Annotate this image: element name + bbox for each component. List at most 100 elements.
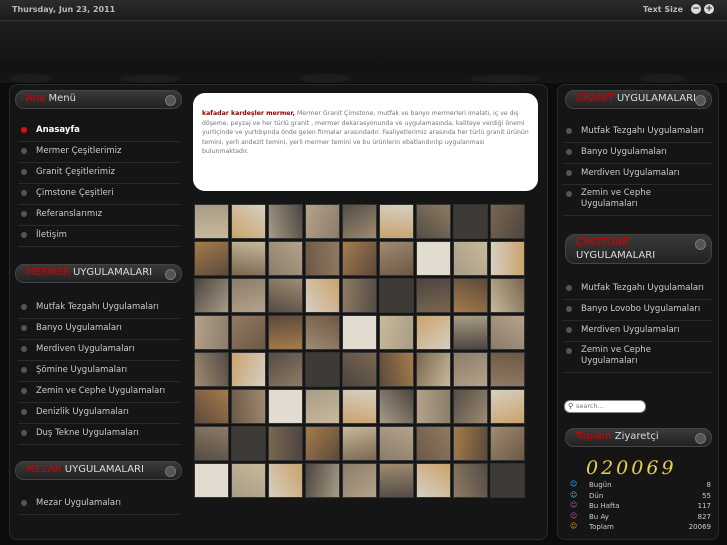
nav-item-merdiven-uygulamalari[interactable]: Merdiven Uygulamaları	[563, 164, 711, 185]
gallery-thumbnail[interactable]	[379, 352, 414, 387]
nav-item-banyo-uygulamalari[interactable]: Banyo Uygulamaları	[18, 319, 180, 340]
gallery-thumbnail[interactable]	[342, 426, 377, 461]
gallery-thumbnail[interactable]	[379, 426, 414, 461]
nav-item-banyo-uygulamalari[interactable]: Banyo Uygulamaları	[563, 143, 711, 164]
gallery-thumbnail[interactable]	[305, 241, 340, 276]
gallery-thumbnail[interactable]	[342, 241, 377, 276]
gallery-thumbnail[interactable]	[490, 389, 525, 424]
gallery-thumbnail[interactable]	[453, 241, 488, 276]
nav-item-banyo-lovobo-uygulamalari[interactable]: Banyo Lovobo Uygulamaları	[563, 300, 711, 321]
gallery-thumbnail[interactable]	[342, 389, 377, 424]
gallery-thumbnail[interactable]	[268, 352, 303, 387]
gallery-thumbnail[interactable]	[416, 241, 451, 276]
gallery-thumbnail[interactable]	[194, 315, 229, 350]
gallery-thumbnail[interactable]	[268, 463, 303, 498]
gallery-thumbnail[interactable]	[194, 426, 229, 461]
nav-item-dus-tekne-uygulamalari[interactable]: Duş Tekne Uygulamaları	[18, 424, 180, 445]
nav-item-referanslarimiz[interactable]: Referanslarımız	[18, 205, 180, 226]
gallery-thumbnail[interactable]	[453, 463, 488, 498]
gallery-thumbnail[interactable]	[268, 426, 303, 461]
nav-item-denizlik-uygulamalari[interactable]: Denizlik Uygulamaları	[18, 403, 180, 424]
search-input[interactable]	[576, 401, 640, 411]
gallery-thumbnail[interactable]	[490, 315, 525, 350]
gallery-thumbnail[interactable]	[416, 352, 451, 387]
nav-item-mezar-uygulamalari[interactable]: Mezar Uygulamaları	[18, 494, 180, 515]
gallery-thumbnail[interactable]	[268, 315, 303, 350]
gallery-thumbnail[interactable]	[194, 389, 229, 424]
nav-item-iletisim[interactable]: İletişim	[18, 226, 180, 247]
gallery-thumbnail[interactable]	[416, 204, 451, 239]
collapse-icon[interactable]	[695, 95, 706, 106]
collapse-icon[interactable]	[165, 466, 176, 477]
gallery-thumbnail[interactable]	[231, 241, 266, 276]
gallery-thumbnail[interactable]	[490, 463, 525, 498]
gallery-thumbnail[interactable]	[231, 352, 266, 387]
gallery-thumbnail[interactable]	[379, 278, 414, 313]
gallery-thumbnail[interactable]	[342, 315, 377, 350]
nav-item-mutfak-tezgahi-uygulamalari[interactable]: Mutfak Tezgahı Uygulamaları	[18, 298, 180, 319]
gallery-thumbnail[interactable]	[268, 204, 303, 239]
gallery-thumbnail[interactable]	[379, 463, 414, 498]
gallery-thumbnail[interactable]	[305, 204, 340, 239]
gallery-thumbnail[interactable]	[231, 278, 266, 313]
gallery-thumbnail[interactable]	[268, 389, 303, 424]
gallery-thumbnail[interactable]	[453, 352, 488, 387]
text-size-decrease-button[interactable]: −	[691, 4, 701, 14]
gallery-thumbnail[interactable]	[490, 278, 525, 313]
nav-item-merdiven-uygulamalari[interactable]: Merdiven Uygulamaları	[563, 321, 711, 342]
nav-item-somine-uygulamalari[interactable]: Şömine Uygulamaları	[18, 361, 180, 382]
gallery-thumbnail[interactable]	[453, 204, 488, 239]
nav-item-mermer-cesitlerimiz[interactable]: Mermer Çeşitlerimiz	[18, 142, 180, 163]
nav-item-anasayfa[interactable]: Anasayfa	[18, 121, 180, 142]
gallery-thumbnail[interactable]	[194, 278, 229, 313]
gallery-thumbnail[interactable]	[305, 426, 340, 461]
collapse-icon[interactable]	[695, 433, 706, 444]
collapse-icon[interactable]	[165, 269, 176, 280]
gallery-thumbnail[interactable]	[305, 315, 340, 350]
collapse-icon[interactable]	[165, 95, 176, 106]
gallery-thumbnail[interactable]	[379, 389, 414, 424]
nav-item-merdiven-uygulamalari[interactable]: Merdiven Uygulamaları	[18, 340, 180, 361]
gallery-thumbnail[interactable]	[194, 241, 229, 276]
nav-item-zemin-ve-cephe-uygulamalari[interactable]: Zemin ve Cephe Uygulamaları	[563, 185, 711, 216]
gallery-thumbnail[interactable]	[305, 389, 340, 424]
nav-item-zemin-ve-cephe-uygulamalari[interactable]: Zemin ve Cephe Uygulamaları	[18, 382, 180, 403]
gallery-thumbnail[interactable]	[305, 352, 340, 387]
gallery-thumbnail[interactable]	[305, 278, 340, 313]
gallery-thumbnail[interactable]	[194, 352, 229, 387]
gallery-thumbnail[interactable]	[490, 241, 525, 276]
gallery-thumbnail[interactable]	[194, 204, 229, 239]
gallery-thumbnail[interactable]	[379, 241, 414, 276]
collapse-icon[interactable]	[695, 239, 706, 250]
gallery-thumbnail[interactable]	[379, 204, 414, 239]
nav-item-cimstone-cesitleri[interactable]: Çimstone Çeşitleri	[18, 184, 180, 205]
gallery-thumbnail[interactable]	[305, 463, 340, 498]
gallery-thumbnail[interactable]	[342, 463, 377, 498]
gallery-thumbnail[interactable]	[194, 463, 229, 498]
gallery-thumbnail[interactable]	[490, 426, 525, 461]
gallery-thumbnail[interactable]	[453, 315, 488, 350]
text-size-increase-button[interactable]: +	[704, 4, 714, 14]
gallery-thumbnail[interactable]	[231, 315, 266, 350]
gallery-thumbnail[interactable]	[453, 389, 488, 424]
gallery-thumbnail[interactable]	[342, 204, 377, 239]
nav-item-granit-cesitlerimiz[interactable]: Granit Çeşitlerimiz	[18, 163, 180, 184]
gallery-thumbnail[interactable]	[416, 463, 451, 498]
gallery-thumbnail[interactable]	[416, 315, 451, 350]
gallery-thumbnail[interactable]	[231, 463, 266, 498]
gallery-thumbnail[interactable]	[268, 278, 303, 313]
gallery-thumbnail[interactable]	[416, 278, 451, 313]
gallery-thumbnail[interactable]	[342, 278, 377, 313]
gallery-thumbnail[interactable]	[379, 315, 414, 350]
gallery-thumbnail[interactable]	[231, 204, 266, 239]
gallery-thumbnail[interactable]	[231, 426, 266, 461]
gallery-thumbnail[interactable]	[231, 389, 266, 424]
nav-item-mutfak-tezgahi-uygulamalari[interactable]: Mutfak Tezgahı Uygulamaları	[563, 122, 711, 143]
gallery-thumbnail[interactable]	[453, 278, 488, 313]
gallery-thumbnail[interactable]	[268, 241, 303, 276]
gallery-thumbnail[interactable]	[490, 204, 525, 239]
gallery-thumbnail[interactable]	[416, 426, 451, 461]
gallery-thumbnail[interactable]	[342, 352, 377, 387]
nav-item-zemin-ve-cephe-uygulamalari[interactable]: Zemin ve Cephe Uygulamaları	[563, 342, 711, 373]
gallery-thumbnail[interactable]	[416, 389, 451, 424]
